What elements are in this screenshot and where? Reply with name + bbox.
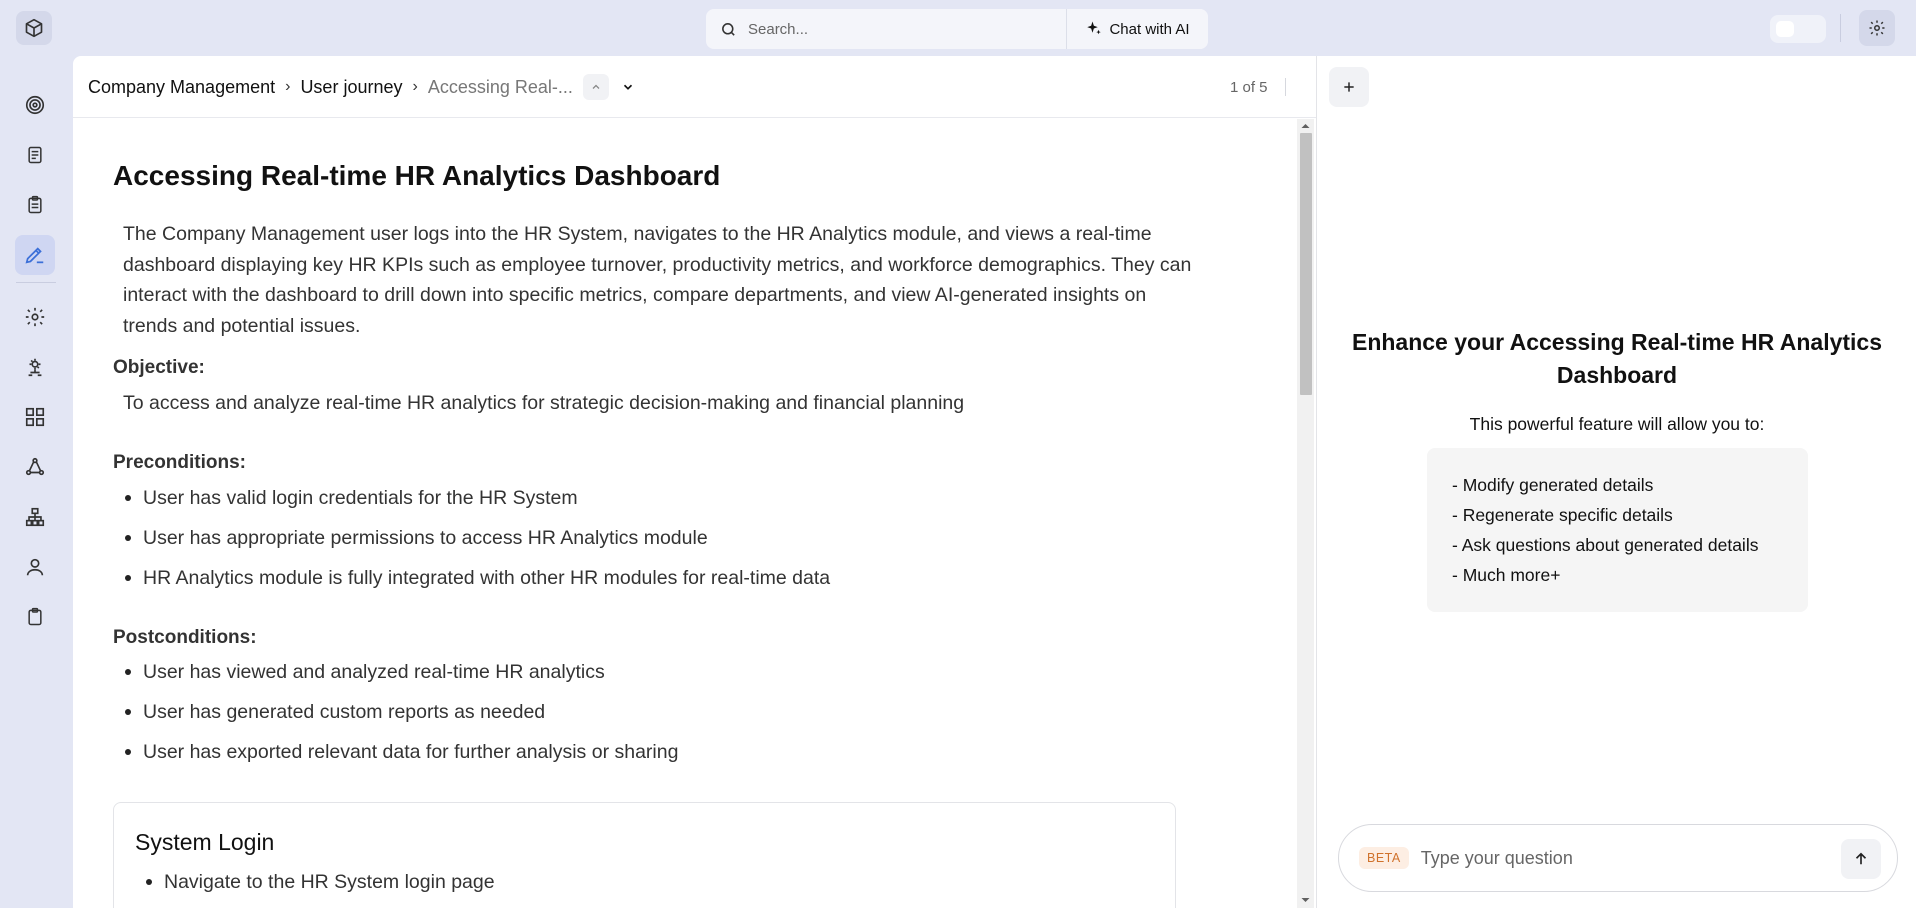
plus-icon	[1344, 82, 1354, 92]
sidebar-item-integrations[interactable]	[15, 347, 55, 387]
app-logo-button[interactable]	[16, 11, 52, 45]
list-item: Navigate to the HR System login page	[146, 868, 495, 896]
feature-list: - Modify generated details - Regenerate …	[1427, 448, 1808, 612]
sidebar-item-target[interactable]	[15, 85, 55, 125]
page-title: Accessing Real-time HR Analytics Dashboa…	[113, 160, 721, 191]
search-bar: Chat with AI	[706, 9, 1208, 49]
search-icon	[720, 20, 738, 38]
clipboard-icon	[28, 607, 42, 626]
list-item: User has valid login credentials for the…	[124, 484, 830, 524]
cycle-icon	[25, 457, 45, 476]
feature-item: - Much more+	[1452, 565, 1561, 585]
document-icon	[28, 146, 42, 164]
dashboard-grid-icon	[25, 407, 45, 427]
feature-item: - Ask questions about generated details	[1452, 535, 1759, 555]
arrow-up-icon	[1855, 852, 1867, 865]
theme-toggle[interactable]	[1770, 15, 1826, 43]
scroll-down-arrow-icon[interactable]	[1300, 895, 1311, 905]
ai-assistant-panel: Enhance your Accessing Real-time HR Anal…	[1316, 56, 1916, 908]
divider	[1285, 78, 1286, 96]
objective-text: To access and analyze real-time HR analy…	[123, 392, 965, 414]
list-item: User has exported relevant data for furt…	[124, 738, 678, 778]
settings-button[interactable]	[1859, 10, 1895, 46]
sidebar-item-users[interactable]	[15, 547, 55, 587]
sidebar-item-reports[interactable]	[15, 597, 55, 637]
gear-icon	[25, 307, 45, 327]
list-item: User has generated custom reports as nee…	[124, 698, 678, 738]
sparkle-icon	[1087, 21, 1102, 35]
search-input[interactable]	[748, 20, 1048, 38]
enhance-subtitle: This powerful feature will allow you to:	[1469, 414, 1765, 434]
list-item: User has viewed and analyzed real-time H…	[124, 658, 678, 698]
main-panel: Company Management › User journey › Acce…	[73, 56, 1316, 908]
sidebar-item-hierarchy[interactable]	[15, 497, 55, 537]
target-icon	[25, 95, 45, 115]
list-item: HR Analytics module is fully integrated …	[124, 564, 830, 604]
document-content: Accessing Real-time HR Analytics Dashboa…	[113, 56, 1273, 908]
sidebar-divider	[16, 282, 56, 283]
scroll-up-arrow-icon[interactable]	[1300, 121, 1311, 131]
gear-icon	[1869, 20, 1885, 36]
sidebar-item-settings[interactable]	[15, 297, 55, 337]
sidebar-item-workflows[interactable]	[15, 447, 55, 487]
feature-item: - Modify generated details	[1452, 475, 1654, 495]
list-item: User has appropriate permissions to acce…	[124, 524, 830, 564]
clipboard-list-icon	[28, 195, 42, 214]
sidebar-item-documents[interactable]	[15, 135, 55, 175]
hierarchy-icon	[25, 507, 45, 527]
scrollbar[interactable]	[1297, 119, 1314, 908]
preconditions-list: User has valid login credentials for the…	[124, 484, 830, 604]
top-bar: Chat with AI	[0, 0, 1916, 56]
network-gear-icon	[28, 358, 42, 377]
sidebar-item-tasks[interactable]	[15, 185, 55, 225]
send-button[interactable]	[1841, 839, 1881, 879]
journey-description: The Company Management user logs into th…	[123, 223, 1192, 337]
user-icon	[26, 558, 44, 576]
beta-badge: BETA	[1359, 847, 1409, 869]
chat-with-ai-button[interactable]: Chat with AI	[1066, 9, 1208, 49]
scroll-thumb[interactable]	[1300, 133, 1312, 395]
chat-question-input[interactable]	[1420, 847, 1811, 869]
chat-with-ai-label: Chat with AI	[1109, 20, 1190, 38]
sidebar-item-design[interactable]	[15, 235, 55, 275]
pen-tool-icon	[25, 247, 44, 264]
step-title: System Login	[135, 829, 275, 855]
postconditions-label: Postconditions:	[113, 627, 257, 648]
enhance-title: Enhance your Accessing Real-time HR Anal…	[1351, 329, 1883, 388]
chat-input-box: BETA	[1338, 824, 1898, 892]
divider	[1840, 14, 1841, 42]
step-list: Navigate to the HR System login page	[146, 868, 495, 896]
add-button[interactable]	[1329, 67, 1369, 107]
objective-label: Objective:	[113, 357, 205, 378]
step-card: System Login Navigate to the HR System l…	[113, 802, 1176, 908]
cube-icon	[25, 18, 43, 38]
feature-item: - Regenerate specific details	[1452, 505, 1673, 525]
toggle-knob	[1776, 21, 1794, 37]
postconditions-list: User has viewed and analyzed real-time H…	[124, 658, 678, 778]
preconditions-label: Preconditions:	[113, 452, 247, 473]
sidebar-item-dashboard[interactable]	[15, 397, 55, 437]
sidebar	[0, 56, 72, 908]
